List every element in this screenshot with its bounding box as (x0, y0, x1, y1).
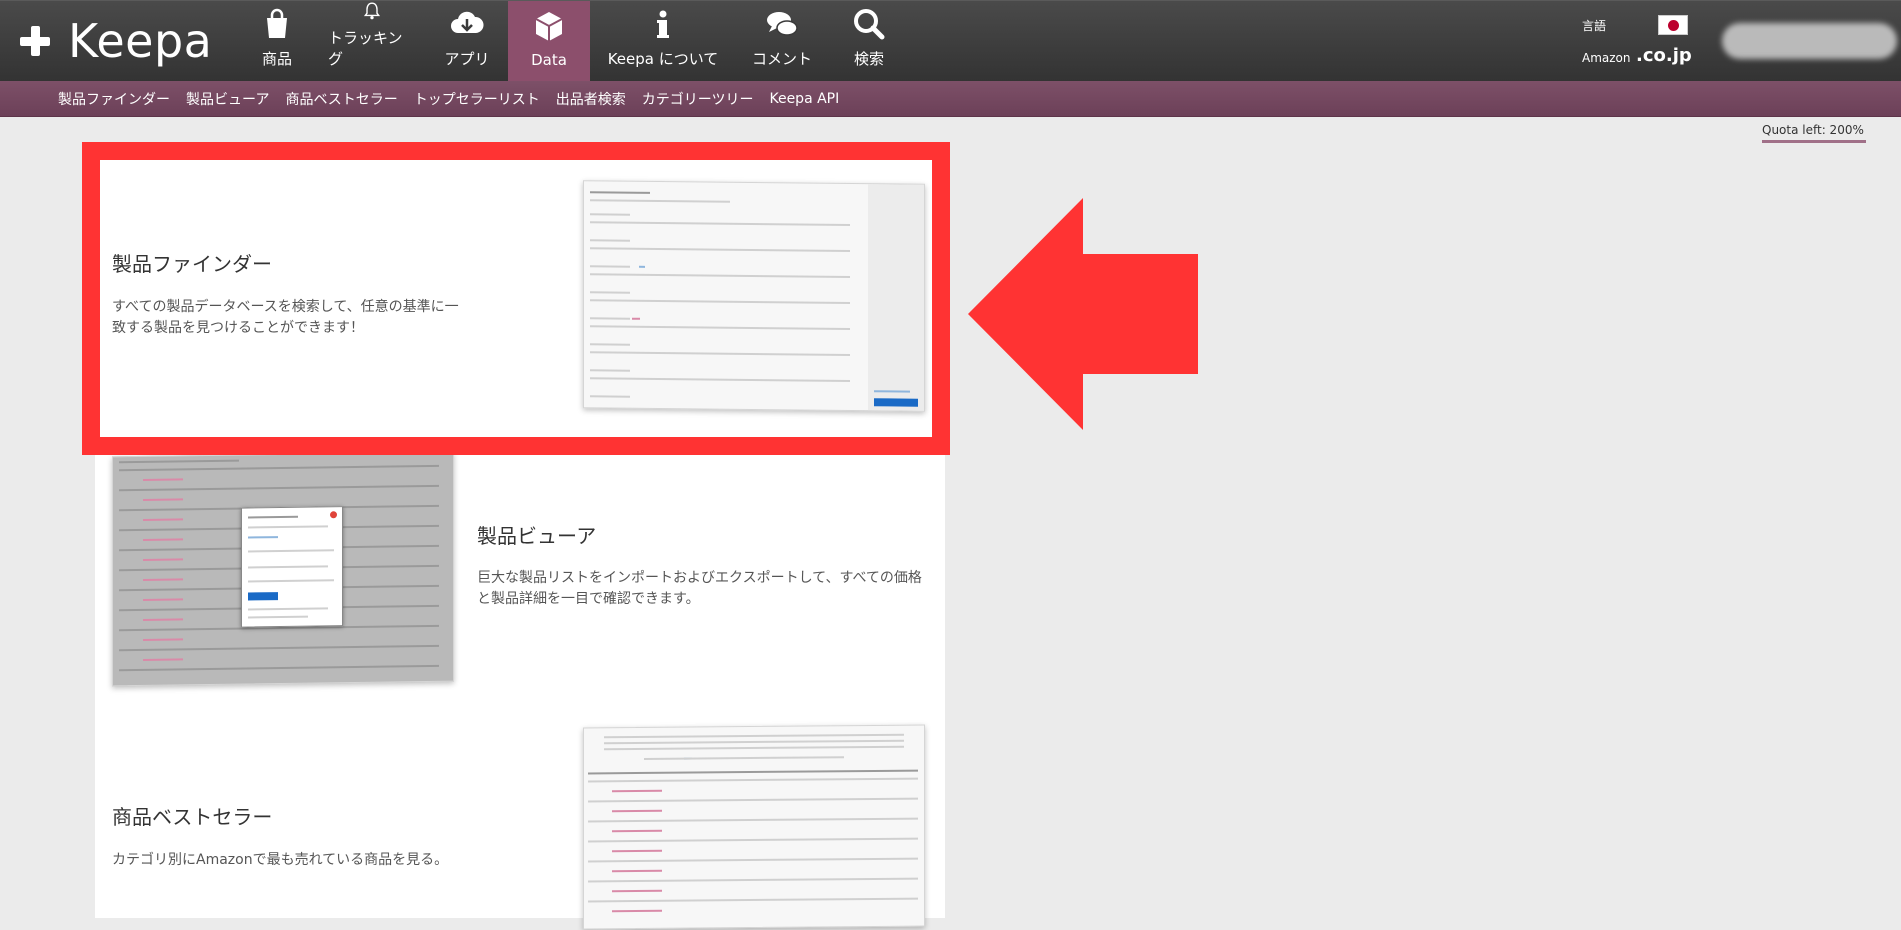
nav-item-search[interactable]: 検索 (828, 1, 910, 81)
nav-item-apps[interactable]: アプリ (426, 1, 508, 81)
keepa-logo[interactable]: Keepa (20, 11, 212, 71)
top-navigation-bar: Keepa 商品 トラッキング アプリ Data Keepa について コメント… (0, 0, 1901, 81)
amazon-domain-selector[interactable]: .co.jp (1636, 45, 1692, 66)
subnav-product-finder[interactable]: 製品ファインダー (58, 89, 170, 109)
subnav-top-seller-list[interactable]: トップセラーリスト (414, 89, 540, 109)
nav-label: Data (531, 51, 567, 69)
import-modal-preview (241, 506, 343, 628)
card-title-best-sellers[interactable]: 商品ベストセラー (112, 801, 272, 830)
subnav-category-tree[interactable]: カテゴリーツリー (642, 89, 754, 109)
speech-bubbles-icon (767, 12, 798, 36)
language-label: 言語 (1582, 19, 1607, 33)
bell-icon (363, 2, 381, 20)
nav-item-tracking[interactable]: トラッキング (318, 1, 426, 81)
info-icon (657, 10, 669, 38)
shopping-bag-icon (267, 8, 287, 38)
magnifier-icon (854, 9, 885, 40)
best-sellers-preview-image[interactable] (583, 724, 925, 930)
nav-item-products[interactable]: 商品 (236, 1, 318, 81)
nav-item-data[interactable]: Data (508, 1, 590, 81)
card-title-product-viewer[interactable]: 製品ビューア (477, 520, 596, 549)
account-avatar[interactable] (1722, 23, 1897, 59)
nav-label: コメント (751, 50, 812, 68)
product-viewer-preview-image[interactable] (112, 451, 454, 687)
data-tools-panel: 製品ファインダー すべての製品データベースを検索して、任意の基準に一致する製品を… (95, 158, 945, 930)
nav-item-comments[interactable]: コメント (736, 1, 828, 81)
subnav-product-viewer[interactable]: 製品ビューア (186, 89, 269, 109)
quota-indicator: Quota left: 200% (1762, 123, 1866, 143)
nav-label: Keepa について (607, 50, 719, 68)
subnav-keepa-api[interactable]: Keepa API (769, 91, 839, 107)
nav-label: アプリ (444, 50, 490, 68)
card-desc-product-finder: すべての製品データベースを検索して、任意の基準に一致する製品を見つけることができ… (112, 299, 459, 336)
nav-item-about[interactable]: Keepa について (590, 1, 736, 81)
card-desc-best-sellers: カテゴリ別にAmazonで最も売れている商品を見る。 (112, 852, 449, 868)
card-desc-product-viewer: 巨大な製品リストをインポートおよびエクスポートして、すべての価格と製品詳細を一目… (477, 570, 922, 607)
sub-navigation-bar: 製品ファインダー 製品ビューア 商品ベストセラー トップセラーリスト 出品者検索… (0, 81, 1901, 117)
nav-label: トラッキング (328, 29, 403, 68)
logo-text: Keepa (68, 14, 213, 68)
nav-label: 検索 (853, 50, 884, 68)
product-finder-preview-image[interactable] (583, 180, 925, 412)
cube-icon (535, 12, 563, 41)
subnav-best-sellers[interactable]: 商品ベストセラー (285, 89, 397, 109)
amazon-label: Amazon (1582, 51, 1631, 65)
japan-flag-icon[interactable] (1658, 15, 1688, 35)
main-nav: 商品 トラッキング アプリ Data Keepa について コメント 検索 (236, 1, 910, 81)
plus-logo-icon (20, 26, 50, 56)
subnav-seller-search[interactable]: 出品者検索 (556, 89, 626, 109)
subnav-list: 製品ファインダー 製品ビューア 商品ベストセラー トップセラーリスト 出品者検索… (58, 81, 855, 117)
pointing-arrow-icon (968, 198, 1198, 430)
card-title-product-finder[interactable]: 製品ファインダー (112, 248, 272, 277)
cloud-download-icon (451, 11, 484, 33)
nav-label: 商品 (261, 50, 292, 68)
